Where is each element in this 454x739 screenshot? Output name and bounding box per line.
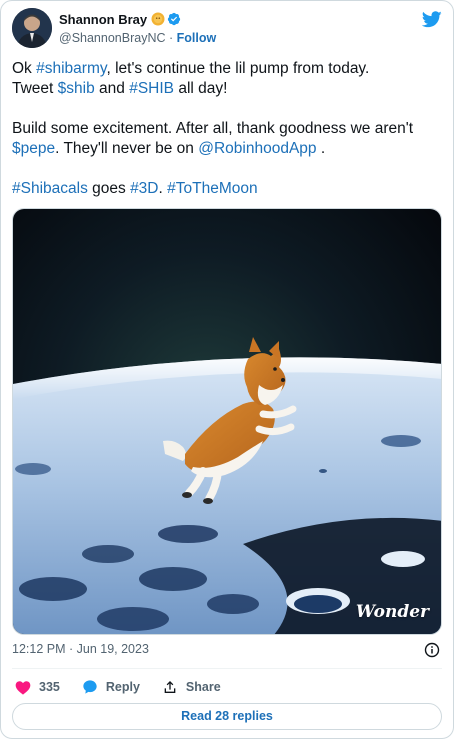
tweet-card: Shannon Bray @ShannonBrayNC · Follow Ok … (0, 0, 454, 739)
tweet-line: Build some excitement. After all, thank … (12, 119, 444, 139)
action-bar: 335 Reply Share (15, 677, 243, 697)
text-segment: Tweet (12, 80, 58, 97)
like-button[interactable]: 335 (15, 680, 60, 695)
info-icon[interactable] (424, 642, 440, 658)
text-segment: , let's continue the lil pump from today… (106, 60, 370, 77)
tweet-line: $pepe. They'll never be on @RobinhoodApp… (12, 139, 444, 159)
share-button[interactable]: Share (162, 679, 221, 695)
tweet-line: Tweet $shib and #SHIB all day! (12, 79, 444, 99)
timestamp-row: 12:12 PM · Jun 19, 2023 (12, 642, 440, 660)
tweet-image[interactable]: Wonder (12, 208, 442, 635)
text-segment: goes (87, 180, 131, 197)
tweet-line: #Shibacals goes #3D. #ToTheMoon (12, 179, 444, 199)
author-names: Shannon Bray @ShannonBrayNC · Follow (59, 10, 216, 47)
moon-dog-illustration (13, 209, 441, 634)
text-segment: all day! (174, 80, 228, 97)
tweet-header: Shannon Bray @ShannonBrayNC · Follow (11, 8, 443, 50)
share-label: Share (185, 680, 221, 694)
reply-button[interactable]: Reply (82, 679, 140, 695)
verified-icon (167, 12, 181, 26)
hashtag-link[interactable]: #Shibacals (12, 180, 88, 197)
tweet-timestamp[interactable]: 12:12 PM · Jun 19, 2023 (12, 642, 149, 656)
like-count: 335 (39, 680, 60, 694)
cashtag-link[interactable]: $pepe (12, 140, 55, 157)
mention-link[interactable]: @RobinhoodApp (198, 140, 316, 157)
author-display-name[interactable]: Shannon Bray (59, 12, 147, 27)
hashtag-link[interactable]: #3D (130, 180, 158, 197)
twitter-bird-icon[interactable] (421, 11, 442, 28)
text-segment: and (94, 80, 130, 97)
text-segment: . (316, 140, 326, 157)
text-segment: Build some excitement. After all, thank … (12, 120, 414, 137)
reply-bubble-icon (83, 680, 97, 694)
tweet-text: Ok #shibarmy, let's continue the lil pum… (12, 59, 444, 199)
separator-dot: · (168, 31, 174, 45)
tweet-line: Ok #shibarmy, let's continue the lil pum… (12, 59, 444, 79)
hashtag-link[interactable]: #shibarmy (36, 60, 106, 77)
image-watermark: Wonder (355, 602, 429, 622)
text-segment: . They'll never be on (55, 140, 199, 157)
hashtag-link[interactable]: #SHIB (129, 80, 174, 97)
handle-row: @ShannonBrayNC · Follow (59, 31, 216, 47)
follow-link[interactable]: Follow (177, 31, 217, 45)
coin-badge-icon (151, 12, 165, 26)
divider (12, 668, 442, 669)
text-segment: Ok (12, 60, 37, 77)
author-handle[interactable]: @ShannonBrayNC (59, 31, 166, 45)
hashtag-link[interactable]: #ToTheMoon (167, 180, 257, 197)
cashtag-link[interactable]: $shib (58, 80, 95, 97)
read-replies-button[interactable]: Read 28 replies (12, 703, 442, 730)
reply-label: Reply (105, 680, 140, 694)
share-icon (164, 681, 176, 693)
text-segment: . (158, 180, 168, 197)
heart-icon (15, 680, 31, 695)
avatar[interactable] (12, 8, 52, 48)
